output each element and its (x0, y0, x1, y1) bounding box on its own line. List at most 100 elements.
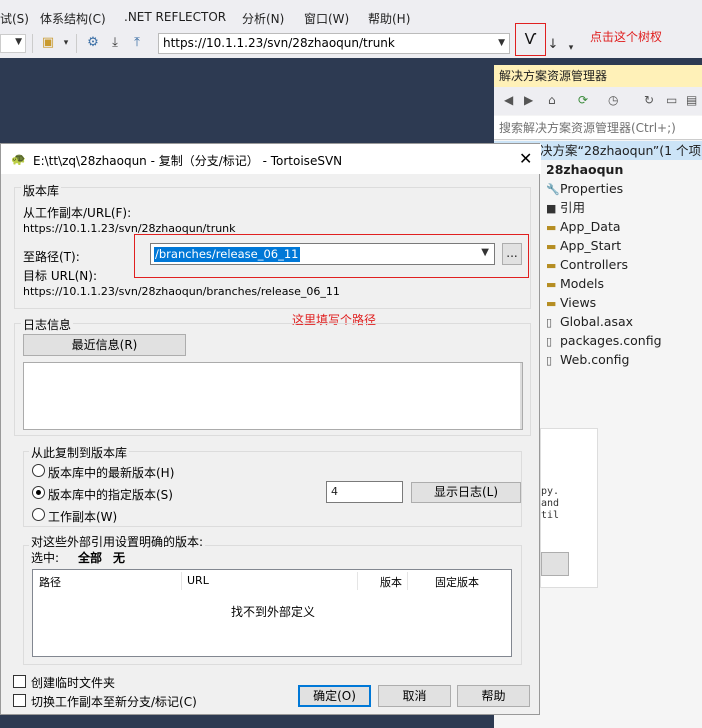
tree-item-label: Models (560, 276, 605, 291)
path-highlight-box (134, 234, 529, 278)
tree-item-label: App_Start (560, 238, 622, 253)
show-all-icon[interactable]: ▤ (686, 93, 697, 107)
checkbox-switch-wc[interactable] (13, 694, 26, 707)
home-icon[interactable]: ⌂ (548, 93, 556, 107)
dropdown-icon[interactable]: ▾ (58, 35, 74, 51)
find-folder-icon[interactable]: ▣ (40, 35, 56, 51)
menu-help[interactable]: 帮助(H) (368, 10, 410, 27)
show-log-button[interactable]: 显示日志(L) (411, 482, 521, 503)
radio-head-label: 版本库中的最新版本(H) (48, 466, 175, 480)
tree-item-label: 引用 (560, 200, 586, 215)
target-url-label: 目标 URL(N): (23, 269, 98, 283)
checkbox-switch-wc-label: 切换工作副本至新分支/标记(C) (31, 695, 197, 709)
tree-item-label: Properties (560, 181, 624, 196)
copy-source-group-label: 从此复制到版本库 (29, 444, 130, 461)
search-placeholder: 搜索解决方案资源管理器(Ctrl+;) (499, 121, 676, 135)
solution-label: 决方案“28zhaoqun”(1 个项目) (540, 143, 702, 158)
select-all-link[interactable]: 全部 (78, 549, 102, 566)
scrollbar[interactable] (520, 363, 522, 429)
log-message-group-label: 日志信息 (21, 316, 74, 333)
wrench-icon: 🔧 (546, 183, 560, 196)
dialog-title-bar: 🐢 E:\tt\zq\28zhaoqun - 复制（分支/标记） - Torto… (1, 144, 541, 174)
externals-list[interactable]: 路径 URL 版本 固定版本 找不到外部定义 (32, 569, 512, 657)
folder-icon: ▬ (546, 297, 557, 310)
refresh-icon[interactable]: ↻ (644, 93, 654, 107)
folder-icon: ▬ (546, 240, 557, 253)
checkbox-create-intermediate-label: 创建临时文件夹 (31, 676, 116, 690)
file-icon: ▯ (546, 354, 553, 367)
panel-text-line: and (541, 498, 560, 509)
tree-item-label: Web.config (560, 352, 630, 367)
panel-button[interactable] (541, 552, 569, 576)
column-header-url[interactable]: URL (187, 574, 209, 587)
from-label: 从工作副本/URL(F): (23, 206, 132, 220)
toolbar-separator (76, 34, 77, 53)
radio-head-revision[interactable] (32, 464, 45, 477)
menu-window[interactable]: 窗口(W) (304, 10, 349, 27)
branch-annotation: 点击这个树杈 (590, 30, 663, 44)
panel-text-line: py. (541, 486, 560, 497)
tree-item-label: packages.config (560, 333, 662, 348)
empty-list-message: 找不到外部定义 (230, 605, 315, 619)
column-header-path[interactable]: 路径 (39, 574, 61, 590)
solution-explorer-title: 解决方案资源管理器 (494, 65, 702, 87)
repo-url-text: https://10.1.1.23/svn/28zhaoqun/trunk (163, 36, 395, 50)
column-header-revision[interactable]: 版本 (380, 574, 402, 590)
copy-branch-dialog: 🐢 E:\tt\zq\28zhaoqun - 复制（分支/标记） - Torto… (0, 143, 541, 715)
chevron-down-icon: ▼ (15, 37, 22, 47)
solution-explorer-toolbar: ◀ ▶ ⌂ ⟳ ◷ ↻ ▭ ▤ (494, 87, 702, 115)
recent-messages-button[interactable]: 最近信息(R) (23, 334, 186, 356)
commit-icon[interactable]: ⤒ (129, 35, 145, 51)
background-panel: py. and til (540, 428, 598, 588)
collapse-icon[interactable]: ▭ (666, 93, 677, 107)
config-combo[interactable]: ▼ (0, 34, 26, 53)
repo-url-combo[interactable]: https://10.1.1.23/svn/28zhaoqun/trunk ▼ (158, 33, 510, 54)
tree-item-label: Global.asax (560, 314, 634, 329)
branch-button[interactable]: Ѵ (515, 23, 546, 56)
select-label: 选中: (31, 551, 60, 565)
menu-architecture[interactable]: 体系结构(C) (40, 10, 106, 27)
svn-icon[interactable]: ⚙ (85, 35, 101, 51)
column-separator (407, 572, 408, 590)
help-button[interactable]: 帮助 (457, 685, 530, 707)
radio-working-copy-label: 工作副本(W) (48, 510, 118, 524)
to-path-label: 至路径(T): (23, 250, 80, 264)
menu-net-reflector[interactable]: .NET REFLECTOR (124, 10, 226, 24)
history-icon[interactable]: ◷ (608, 93, 618, 107)
close-icon[interactable]: ✕ (519, 149, 532, 168)
tortoise-icon: 🐢 (11, 152, 26, 166)
log-message-textarea[interactable] (23, 362, 523, 430)
column-separator (357, 572, 358, 590)
sync-icon[interactable]: ⟳ (578, 93, 588, 107)
column-header-fixed-revision[interactable]: 固定版本 (435, 574, 479, 590)
forward-icon[interactable]: ▶ (524, 93, 533, 107)
checkbox-create-intermediate[interactable] (13, 675, 26, 688)
references-icon: ■ (546, 202, 557, 215)
merge-icon[interactable]: ↓ (545, 37, 561, 53)
target-url-value: https://10.1.1.23/svn/28zhaoqun/branches… (23, 285, 340, 298)
tree-item-label: Controllers (560, 257, 628, 272)
folder-icon: ▬ (546, 259, 557, 272)
dialog-title: E:\tt\zq\28zhaoqun - 复制（分支/标记） - Tortois… (33, 154, 343, 168)
radio-specific-label: 版本库中的指定版本(S) (48, 488, 173, 502)
externals-group-label: 对这些外部引用设置明确的版本: (29, 533, 206, 550)
tree-item-label: App_Data (560, 219, 621, 234)
folder-icon: ▬ (546, 221, 557, 234)
chevron-down-icon: ▼ (498, 38, 505, 48)
radio-working-copy[interactable] (32, 508, 45, 521)
repository-group-label: 版本库 (21, 182, 62, 199)
select-none-link[interactable]: 无 (113, 549, 125, 566)
back-icon[interactable]: ◀ (504, 93, 513, 107)
update-icon[interactable]: ⤓ (107, 35, 123, 51)
column-separator (181, 572, 182, 590)
radio-specific-revision[interactable] (32, 486, 45, 499)
dropdown-icon[interactable]: ▾ (563, 40, 579, 56)
ok-button[interactable]: 确定(O) (298, 685, 371, 707)
menu-analyze[interactable]: 分析(N) (242, 10, 284, 27)
solution-search-input[interactable]: 搜索解决方案资源管理器(Ctrl+;) (494, 116, 702, 140)
revision-input[interactable]: 4 (326, 481, 403, 503)
cancel-button[interactable]: 取消 (378, 685, 451, 707)
branch-tree-icon: Ѵ (524, 30, 537, 48)
file-icon: ▯ (546, 335, 553, 348)
menu-test[interactable]: 试(S) (0, 10, 29, 27)
